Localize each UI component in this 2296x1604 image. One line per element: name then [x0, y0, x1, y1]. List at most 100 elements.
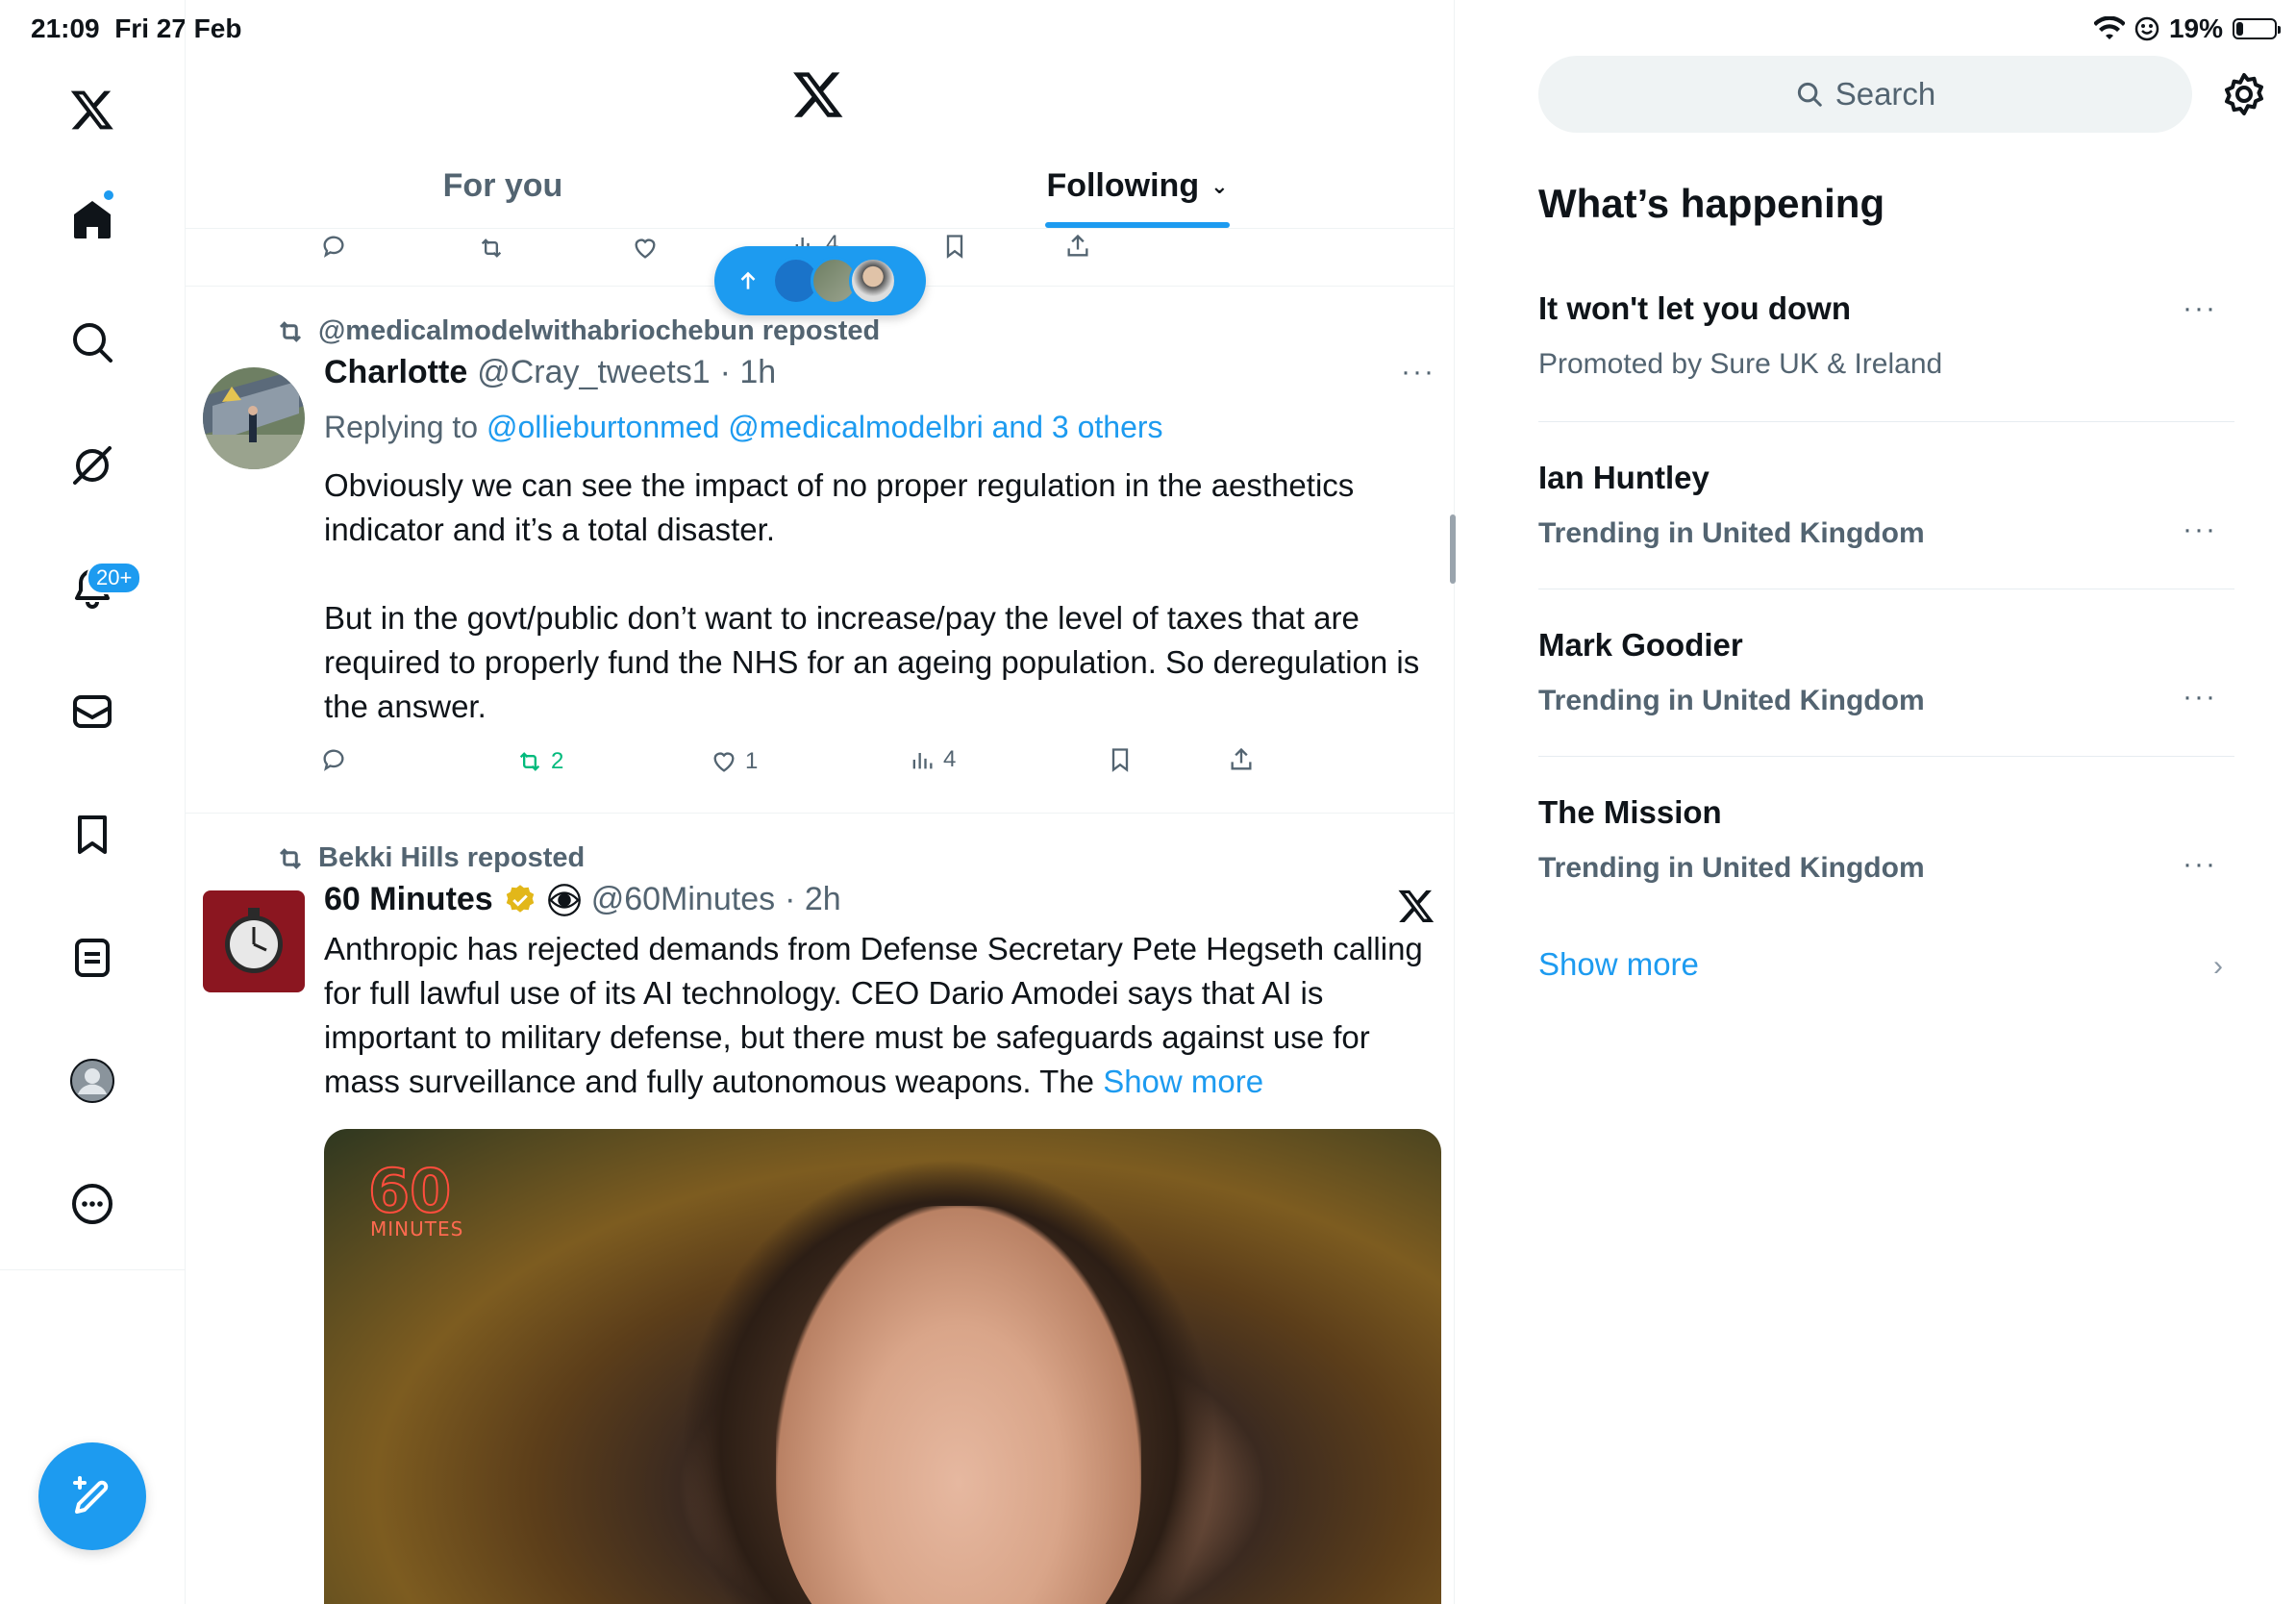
trend-more-button[interactable]: ···: [2183, 292, 2217, 325]
trend-more-button[interactable]: ···: [2183, 681, 2217, 714]
arrow-up-icon: [740, 271, 756, 289]
search-placeholder: Search: [1834, 76, 1936, 112]
nav-messages[interactable]: [54, 673, 131, 750]
replying-prefix: Replying to: [324, 410, 479, 444]
post-charlotte[interactable]: @medicalmodelwithabriochebun reposted Ch…: [186, 287, 1454, 814]
trend-item[interactable]: It won't let you down Promoted by Sure U…: [1538, 290, 2234, 381]
share-icon: [1231, 747, 1252, 770]
search-icon: [73, 323, 112, 363]
replying-to-link[interactable]: @ollieburtonmed @medicalmodelbri and 3 o…: [487, 410, 1163, 444]
x-logo-icon[interactable]: [791, 67, 845, 121]
new-posts-pill[interactable]: [714, 246, 926, 315]
author-name[interactable]: Charlotte: [324, 354, 467, 391]
repost-context-label[interactable]: @medicalmodelwithabriochebun reposted: [318, 315, 880, 347]
reply-button[interactable]: [320, 233, 347, 260]
bookmark-icon: [946, 235, 963, 259]
post-video[interactable]: 60 MINUTES: [324, 1129, 1441, 1604]
60-minutes-logo-sub: MINUTES: [370, 1217, 464, 1241]
show-more-link[interactable]: Show more: [1538, 946, 1699, 983]
trend-title: Ian Huntley: [1538, 460, 1710, 495]
repost-icon: [481, 238, 502, 258]
timeline-column: For you Following ⌄ 4 @medicalmodelwitha…: [186, 0, 1455, 1604]
show-more-link[interactable]: Show more: [1103, 1064, 1263, 1099]
lists-icon: [75, 939, 110, 977]
compose-button[interactable]: [38, 1442, 146, 1550]
like-button[interactable]: 1: [711, 748, 758, 775]
avatar[interactable]: [203, 367, 305, 469]
nav-bookmarks[interactable]: [54, 796, 131, 873]
repost-button[interactable]: [478, 235, 505, 262]
post-text: Anthropic has rejected demands from Defe…: [324, 927, 1430, 1104]
left-nav: 20+: [0, 0, 186, 1604]
x-logo-icon[interactable]: [1397, 887, 1435, 925]
nav-more[interactable]: [54, 1165, 131, 1242]
trend-more-button[interactable]: ···: [2183, 848, 2217, 881]
post-time[interactable]: · 1h: [720, 354, 777, 391]
mail-icon: [73, 695, 112, 728]
trend-subtitle: Trending in United Kingdom: [1538, 685, 1925, 716]
repost-button[interactable]: 2: [516, 748, 563, 775]
trend-item[interactable]: Ian Huntley Trending in United Kingdom ·…: [1538, 460, 2234, 550]
post-paragraph: But in the govt/public don’t want to inc…: [324, 600, 1420, 724]
tab-following[interactable]: Following ⌄: [820, 144, 1454, 228]
cbs-eye-badge-icon: [547, 883, 581, 916]
bookmark-icon: [1111, 748, 1129, 772]
nav-notifications[interactable]: 20+: [54, 550, 142, 627]
post-time[interactable]: · 2h: [785, 881, 841, 918]
reply-button[interactable]: [320, 746, 347, 773]
replying-to: Replying to @ollieburtonmed @medicalmode…: [324, 410, 1163, 445]
repost-context: Bekki Hills reposted: [276, 842, 585, 874]
share-button[interactable]: [1064, 233, 1091, 260]
trend-title: The Mission: [1538, 794, 1722, 830]
repost-icon: [519, 752, 540, 771]
repost-icon: [279, 847, 302, 869]
timeline-tabs: For you Following ⌄: [186, 144, 1454, 229]
avatar: [849, 257, 897, 305]
share-icon: [1067, 234, 1088, 257]
repost-context-label[interactable]: Bekki Hills reposted: [318, 842, 585, 874]
active-tab-indicator: [1045, 222, 1230, 228]
repost-count: 2: [551, 748, 564, 774]
gear-icon[interactable]: [2221, 71, 2267, 117]
chevron-right-icon[interactable]: ›: [2213, 950, 2223, 983]
60-minutes-logo: 60: [367, 1156, 452, 1226]
grok-icon: [73, 446, 112, 485]
author-handle[interactable]: @60Minutes: [591, 881, 775, 918]
verified-gold-badge-icon: [506, 884, 534, 913]
author-name[interactable]: 60 Minutes: [324, 881, 493, 918]
avatar[interactable]: [203, 890, 305, 992]
trend-more-button[interactable]: ···: [2183, 514, 2217, 546]
like-button[interactable]: [632, 235, 659, 262]
compose-icon: [73, 1476, 109, 1514]
x-logo-icon[interactable]: [54, 71, 131, 148]
nav-lists[interactable]: [54, 919, 131, 996]
views-icon: [912, 753, 933, 769]
right-sidebar: Search What’s happening It won't let you…: [1456, 0, 2296, 1604]
nav-home[interactable]: [54, 181, 131, 258]
trend-item[interactable]: The Mission Trending in United Kingdom ·…: [1538, 794, 2234, 885]
author-handle[interactable]: @Cray_tweets1: [477, 354, 710, 391]
share-button[interactable]: [1228, 746, 1255, 773]
bookmark-button[interactable]: [941, 233, 968, 260]
post-header: 60 Minutes @60Minutes · 2h: [324, 881, 841, 918]
nav-grok[interactable]: [54, 427, 131, 504]
reply-icon: [323, 236, 344, 258]
trend-subtitle: Promoted by Sure UK & Ireland: [1538, 348, 1943, 380]
trend-title: Mark Goodier: [1538, 627, 1743, 663]
tab-for-you[interactable]: For you: [186, 144, 820, 228]
bookmark-icon: [78, 815, 107, 854]
notifications-badge: 20+: [87, 562, 142, 594]
chevron-down-icon[interactable]: ⌄: [1210, 174, 1228, 199]
heart-icon: [713, 752, 735, 772]
nav-profile[interactable]: [54, 1042, 131, 1119]
nav-search[interactable]: [54, 304, 131, 381]
views-button[interactable]: 4: [909, 746, 956, 773]
trend-subtitle: Trending in United Kingdom: [1538, 852, 1925, 884]
search-icon: [1797, 82, 1822, 107]
trend-title: It won't let you down: [1538, 290, 1851, 326]
search-input[interactable]: Search: [1538, 56, 2192, 133]
bookmark-button[interactable]: [1107, 746, 1134, 773]
post-more-button[interactable]: ···: [1401, 356, 1435, 388]
trend-item[interactable]: Mark Goodier Trending in United Kingdom …: [1538, 627, 2234, 717]
trend-divider: [1538, 421, 2234, 422]
